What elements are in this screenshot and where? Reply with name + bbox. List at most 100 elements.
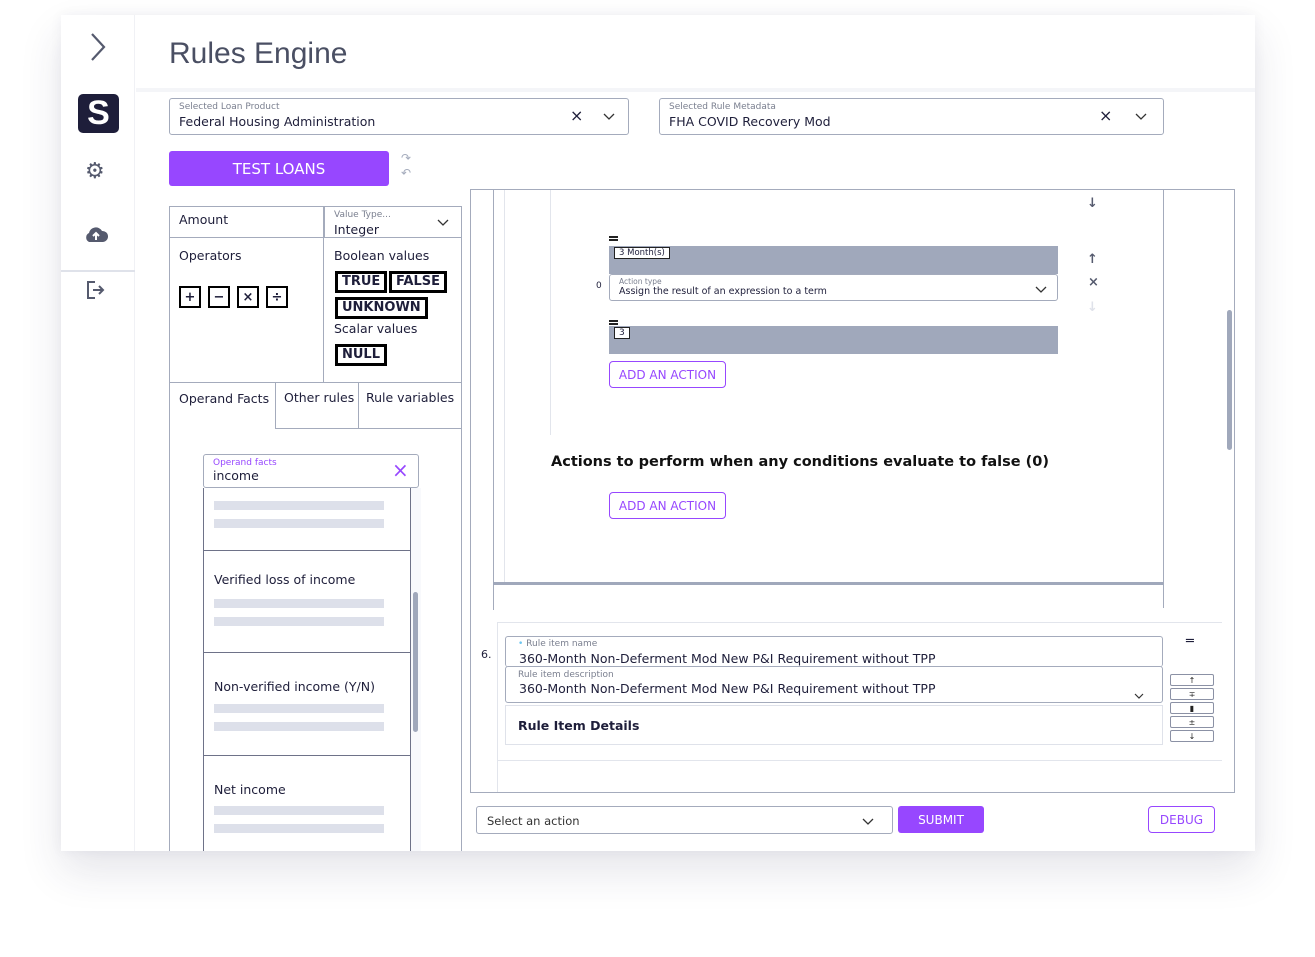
insert-above-button[interactable]: ∓ — [1170, 688, 1214, 700]
rule-item-number: 6. — [481, 648, 492, 661]
bool-true[interactable]: TRUE — [335, 271, 388, 293]
label-text: Rule item name — [526, 639, 598, 649]
chevron-down-icon[interactable] — [1035, 286, 1047, 294]
operand-facts-search[interactable]: Operand facts income × — [203, 454, 419, 488]
logo-icon: S — [78, 94, 119, 133]
delete-icon[interactable]: × — [1088, 275, 1099, 290]
bool-false[interactable]: FALSE — [389, 271, 447, 293]
add-action-button[interactable]: ADD AN ACTION — [609, 492, 726, 519]
chevron-right-icon[interactable] — [89, 32, 107, 62]
clear-icon[interactable]: × — [1099, 106, 1112, 125]
loan-product-select[interactable]: Selected Loan Product Federal Housing Ad… — [169, 98, 629, 135]
rule-item-description-value: 360-Month Non-Deferment Mod New P&I Requ… — [519, 681, 936, 696]
scalar-null[interactable]: NULL — [335, 344, 388, 366]
operator-plus[interactable]: + — [179, 286, 201, 308]
rule-editor: 3 Month(s) 0 Action type Assign the resu… — [470, 189, 1235, 793]
add-action-button[interactable]: ADD AN ACTION — [609, 361, 726, 388]
list-item[interactable]: Net income — [204, 756, 412, 851]
undo-icon[interactable]: ↶ — [401, 166, 411, 181]
operand-facts-input[interactable]: income — [213, 468, 259, 483]
logout-icon[interactable] — [86, 280, 106, 300]
chevron-down-icon[interactable] — [1135, 113, 1147, 121]
delete-button[interactable]: ▮ — [1170, 702, 1214, 714]
operators-label: Operators — [179, 248, 242, 263]
sidebar: S ⚙ — [61, 15, 135, 851]
arrow-down-icon: ↓ — [1087, 300, 1098, 315]
test-loans-button[interactable]: TEST LOANS — [169, 151, 389, 186]
tab-label: Rule variables — [366, 390, 455, 405]
header-divider — [136, 88, 1255, 92]
chevron-down-icon[interactable] — [862, 818, 874, 826]
tab-operand-facts[interactable]: Operand Facts — [179, 391, 269, 406]
operator-divide[interactable]: ÷ — [266, 286, 288, 308]
sidebar-divider — [61, 270, 135, 272]
list-item[interactable]: Non-verified income (Y/N) — [204, 653, 412, 756]
fact-name: Verified loss of income — [214, 572, 356, 587]
rule-metadata-label: Selected Rule Metadata — [669, 102, 776, 112]
redo-undo-icons: ↷ ↶ — [401, 151, 411, 181]
cloud-upload-icon[interactable] — [83, 225, 109, 243]
action-type-select[interactable]: Action type Assign the result of an expr… — [609, 274, 1058, 301]
arrow-down-icon[interactable]: ↓ — [1087, 196, 1098, 211]
redo-icon[interactable]: ↷ — [401, 151, 411, 166]
page-title: Rules Engine — [169, 37, 348, 70]
move-up-button[interactable]: ↑ — [1170, 674, 1214, 686]
operators-list: + − × ÷ — [179, 286, 288, 308]
arrow-up-icon[interactable]: ↑ — [1087, 252, 1098, 267]
action-index: 0 — [596, 281, 602, 291]
operator-minus[interactable]: − — [208, 286, 230, 308]
facts-scrollbar[interactable] — [411, 488, 421, 851]
chevron-down-icon[interactable] — [437, 219, 449, 227]
rule-item-description-field[interactable]: Rule item description 360-Month Non-Defe… — [505, 666, 1163, 703]
list-item[interactable] — [204, 488, 412, 551]
value-type-select[interactable]: Value Type... Integer — [324, 206, 462, 238]
editor-scroll-thumb[interactable] — [1227, 310, 1232, 450]
action-select-placeholder: Select an action — [487, 814, 580, 828]
submit-button[interactable]: SUBMIT — [898, 806, 984, 833]
insert-below-button[interactable]: ± — [1170, 716, 1214, 728]
bool-unknown[interactable]: UNKNOWN — [335, 297, 428, 319]
gear-icon[interactable]: ⚙ — [85, 159, 105, 184]
facts-list: Verified loss of income Non-verified inc… — [203, 488, 412, 851]
clear-icon[interactable]: × — [570, 106, 583, 125]
amount-field[interactable]: Amount — [169, 206, 324, 238]
drag-handle-icon[interactable] — [609, 236, 618, 241]
list-item[interactable]: Verified loss of income — [204, 551, 412, 653]
value-type-label: Value Type... — [334, 210, 391, 220]
facts-panel: Operand Facts Other rules Rule variables… — [169, 382, 462, 851]
drag-handle-icon[interactable]: ═ — [1186, 634, 1194, 649]
app-window: S ⚙ Rules Engine Selected Loan Product F… — [61, 15, 1255, 851]
value-type-value: Integer — [334, 222, 379, 237]
chevron-down-icon[interactable] — [603, 113, 615, 121]
rule-item-details[interactable]: Rule Item Details — [505, 705, 1163, 745]
debug-button[interactable]: DEBUG — [1148, 806, 1215, 833]
clear-icon[interactable]: × — [392, 458, 409, 482]
operator-multiply[interactable]: × — [237, 286, 259, 308]
tab-rule-variables[interactable]: Rule variables — [358, 382, 462, 429]
expression-band: 3 Month(s) — [609, 246, 1058, 274]
action-select[interactable]: Select an action — [476, 806, 893, 834]
action-type-label: Action type — [619, 277, 662, 286]
fact-name: Net income — [214, 782, 286, 797]
term-chip[interactable]: 3 Month(s) — [614, 247, 670, 259]
rule-metadata-select[interactable]: Selected Rule Metadata FHA COVID Recover… — [659, 98, 1164, 135]
loan-product-label: Selected Loan Product — [179, 102, 280, 112]
rule-item-controls: ↑ ∓ ▮ ± ↓ — [1170, 674, 1214, 742]
values-panel: Boolean values TRUE FALSE UNKNOWN Scalar… — [323, 237, 462, 383]
rule-metadata-value: FHA COVID Recovery Mod — [669, 114, 831, 129]
value-chip[interactable]: 3 — [614, 327, 630, 339]
chevron-down-icon[interactable] — [1134, 693, 1144, 700]
rule-item-name-field[interactable]: • Rule item name 360-Month Non-Deferment… — [505, 636, 1163, 667]
logo-letter: S — [87, 94, 110, 132]
drag-handle-icon[interactable] — [609, 320, 618, 325]
scroll-thumb[interactable] — [413, 592, 418, 732]
rule-item-details-label: Rule Item Details — [518, 718, 640, 733]
tab-other-rules[interactable]: Other rules — [275, 382, 359, 429]
false-actions-heading: Actions to perform when any conditions e… — [551, 454, 1050, 470]
operators-panel: Operators + − × ÷ — [169, 237, 324, 383]
rule-item-name-value: 360-Month Non-Deferment Mod New P&I Requ… — [519, 651, 936, 666]
fact-name: Non-verified income (Y/N) — [214, 679, 375, 694]
expression-band: 3 — [609, 326, 1058, 354]
move-down-button[interactable]: ↓ — [1170, 730, 1214, 742]
scalar-values-label: Scalar values — [334, 321, 418, 336]
